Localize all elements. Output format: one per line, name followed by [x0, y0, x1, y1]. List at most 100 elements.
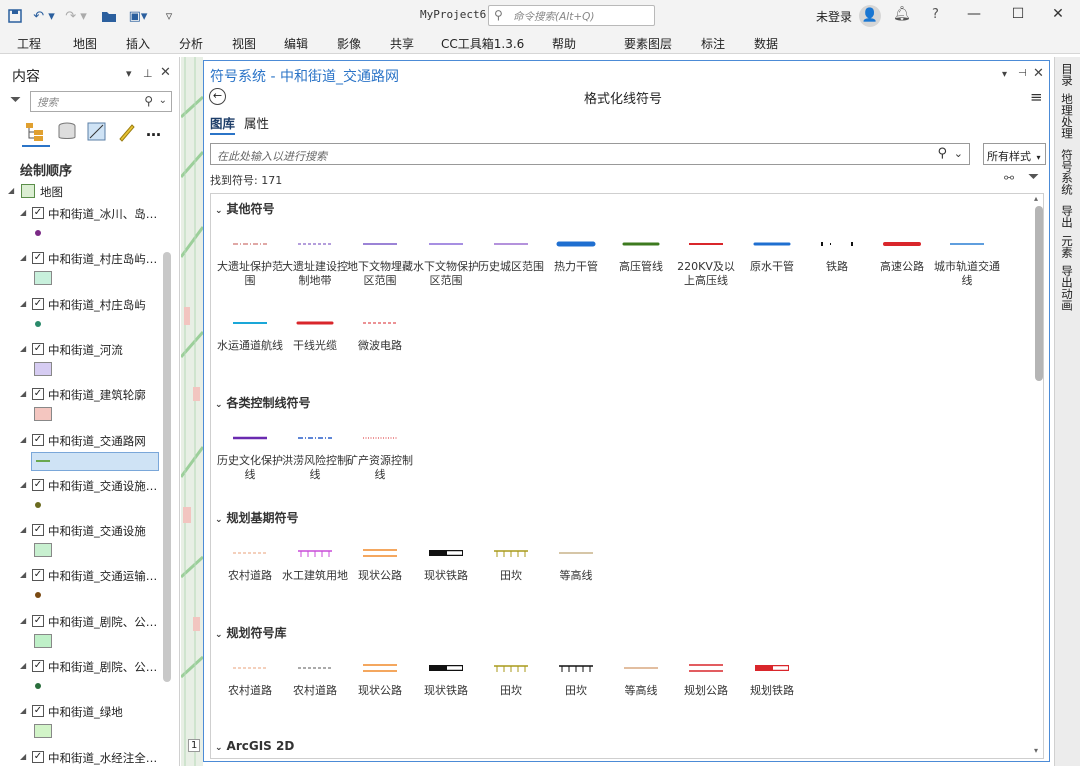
- symbol-item[interactable]: 田坎: [543, 660, 609, 730]
- symbol-item[interactable]: 田坎: [478, 545, 544, 615]
- user-status[interactable]: 未登录: [816, 8, 852, 25]
- tab-map[interactable]: 地图: [73, 35, 97, 52]
- layer-point-symbol[interactable]: [35, 321, 41, 327]
- save-icon[interactable]: [6, 7, 24, 25]
- tab-export-animation[interactable]: 导出动画: [1059, 265, 1075, 311]
- tab-properties[interactable]: 属性: [244, 113, 269, 132]
- scale-field[interactable]: 1: [188, 739, 201, 752]
- layer-visibility-checkbox[interactable]: ✓: [32, 524, 44, 536]
- layer-point-symbol[interactable]: [35, 502, 41, 508]
- layer-visibility-checkbox[interactable]: ✓: [32, 660, 44, 672]
- layer-row[interactable]: ◢ ✓ 中和街道_建筑轮廓: [0, 386, 165, 406]
- category-header[interactable]: ⌄ 规划基期符号: [215, 509, 299, 526]
- symbol-item[interactable]: 干线光缆: [282, 315, 348, 385]
- list-by-drawing-order-icon[interactable]: [24, 121, 46, 146]
- chevron-down-icon[interactable]: ⌄: [954, 147, 963, 160]
- layer-row[interactable]: ◢ ✓ 中和街道_村庄岛屿…: [0, 250, 165, 270]
- collapse-icon[interactable]: ◢: [20, 616, 26, 625]
- scroll-down-icon[interactable]: ▾: [1034, 746, 1038, 755]
- layer-point-symbol[interactable]: [35, 683, 41, 689]
- symbol-item[interactable]: 现状公路: [347, 660, 413, 730]
- layer-row[interactable]: ◢ ✓ 中和街道_交通设施: [0, 522, 165, 542]
- collapse-icon[interactable]: ◢: [8, 186, 14, 195]
- redo-icon[interactable]: ↷ ▾: [62, 7, 90, 25]
- tab-imagery[interactable]: 影像: [337, 35, 361, 52]
- layer-line-symbol[interactable]: [36, 460, 50, 462]
- symbol-item[interactable]: 铁路: [804, 236, 870, 306]
- symbol-item[interactable]: 洪涝风险控制线: [282, 430, 348, 500]
- symbol-item[interactable]: 大遗址建设控制地带: [282, 236, 348, 306]
- avatar[interactable]: 👤: [859, 5, 881, 27]
- symbol-item[interactable]: 现状铁路: [413, 545, 479, 615]
- category-header[interactable]: ⌄ 各类控制线符号: [215, 394, 311, 411]
- close-pane-icon[interactable]: ✕: [1033, 66, 1044, 81]
- layer-visibility-checkbox[interactable]: ✓: [32, 252, 44, 264]
- close-window-button[interactable]: ✕: [1046, 6, 1070, 22]
- symbol-item[interactable]: 规划铁路: [739, 660, 805, 730]
- tab-cc-toolbox[interactable]: CC工具箱1.3.6: [441, 35, 524, 52]
- collapse-icon[interactable]: ◢: [20, 752, 26, 761]
- category-header[interactable]: ⌄ 规划符号库: [215, 624, 287, 641]
- layer-visibility-checkbox[interactable]: ✓: [32, 705, 44, 717]
- layer-fill-swatch[interactable]: [34, 543, 52, 557]
- layer-row[interactable]: ◢ ✓ 中和街道_河流: [0, 341, 165, 361]
- layer-visibility-checkbox[interactable]: ✓: [32, 751, 44, 763]
- collapse-icon[interactable]: ◢: [20, 253, 26, 262]
- list-by-selection-icon[interactable]: [86, 121, 108, 146]
- back-arrow-icon[interactable]: ←: [209, 88, 226, 105]
- layer-visibility-checkbox[interactable]: ✓: [32, 298, 44, 310]
- maximize-button[interactable]: ☐: [1006, 6, 1030, 22]
- symbol-item[interactable]: 等高线: [608, 660, 674, 730]
- collapse-icon[interactable]: ◢: [20, 570, 26, 579]
- symbol-item[interactable]: 农村道路: [217, 545, 283, 615]
- symbol-item[interactable]: 微波电路: [347, 315, 413, 385]
- layer-visibility-checkbox[interactable]: ✓: [32, 434, 44, 446]
- layer-visibility-checkbox[interactable]: ✓: [32, 479, 44, 491]
- layer-point-symbol[interactable]: [35, 592, 41, 598]
- undo-icon[interactable]: ↶ ▾: [30, 7, 58, 25]
- symbol-item[interactable]: 地下文物埋藏区范围: [347, 236, 413, 306]
- chevron-down-icon[interactable]: ⌄: [159, 95, 167, 106]
- symbol-item[interactable]: 历史城区范围: [478, 236, 544, 306]
- filter-icon[interactable]: ⏷: [10, 92, 21, 108]
- list-by-editing-icon[interactable]: [116, 121, 138, 146]
- symbol-item[interactable]: 高速公路: [869, 236, 935, 306]
- contents-search-input[interactable]: 搜索 ⚲ ⌄: [30, 91, 172, 112]
- tab-gallery[interactable]: 图库: [210, 113, 236, 135]
- symbol-item[interactable]: 水运通道航线: [217, 315, 283, 385]
- symbol-item[interactable]: 水下文物保护区范围: [413, 236, 479, 306]
- list-by-source-icon[interactable]: [56, 121, 78, 146]
- symbol-item[interactable]: 220KV及以上高压线: [673, 236, 739, 306]
- layer-row[interactable]: ◢ ✓ 中和街道_绿地: [0, 703, 165, 723]
- tab-view[interactable]: 视图: [232, 35, 256, 52]
- tab-geoprocessing[interactable]: 地理处理: [1059, 93, 1075, 139]
- symbol-item[interactable]: 高压管线: [608, 236, 674, 306]
- layer-row[interactable]: ◢ ✓ 中和街道_冰川、岛…: [0, 205, 165, 225]
- layer-fill-swatch[interactable]: [34, 271, 52, 285]
- category-header[interactable]: ⌄ ArcGIS 2D: [215, 739, 294, 753]
- symbol-item[interactable]: 矿产资源控制线: [347, 430, 413, 500]
- symbol-item[interactable]: 农村道路: [217, 660, 283, 730]
- layer-visibility-checkbox[interactable]: ✓: [32, 388, 44, 400]
- layer-row[interactable]: ◢ ✓ 中和街道_交通设施…: [0, 477, 165, 497]
- layer-row[interactable]: ◢ ✓ 中和街道_剧院、公…: [0, 658, 165, 678]
- tab-export[interactable]: 导出: [1059, 205, 1075, 228]
- gallery-scrollbar[interactable]: [1035, 206, 1043, 381]
- symbol-item[interactable]: 农村道路: [282, 660, 348, 730]
- layer-visibility-checkbox[interactable]: ✓: [32, 615, 44, 627]
- scroll-up-icon[interactable]: ▴: [1034, 194, 1038, 203]
- filter-icon[interactable]: ⏷: [1028, 169, 1039, 185]
- symbol-item[interactable]: 现状公路: [347, 545, 413, 615]
- symbol-item[interactable]: 现状铁路: [413, 660, 479, 730]
- symbol-item[interactable]: 原水干管: [739, 236, 805, 306]
- symbol-item[interactable]: 水工建筑用地: [282, 545, 348, 615]
- symbol-item[interactable]: 大遗址保护范围: [217, 236, 283, 306]
- symbol-item[interactable]: 规划公路: [673, 660, 739, 730]
- category-header[interactable]: ⌄ 其他符号: [215, 200, 275, 217]
- layer-visibility-checkbox[interactable]: ✓: [32, 569, 44, 581]
- tab-project[interactable]: 工程: [17, 35, 41, 52]
- layer-point-symbol[interactable]: [35, 230, 41, 236]
- minimize-button[interactable]: —: [962, 6, 986, 22]
- customize-quick-access-icon[interactable]: ▿: [162, 7, 176, 25]
- pin-icon[interactable]: ⊣: [1018, 68, 1027, 79]
